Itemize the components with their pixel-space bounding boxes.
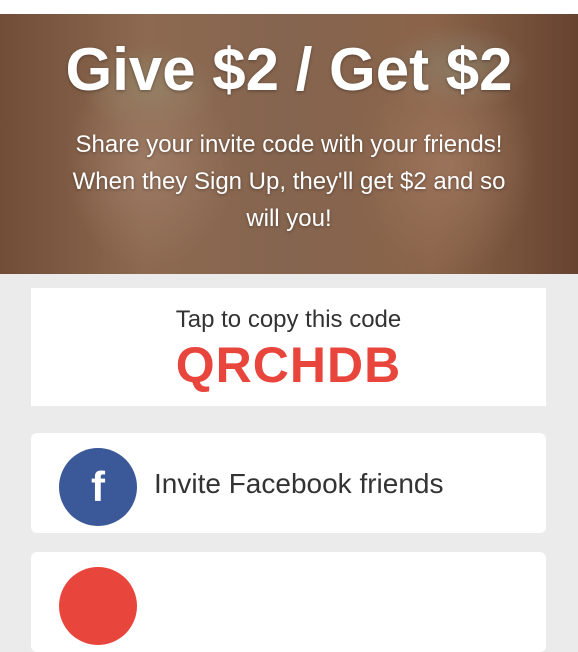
copy-code-label: Tap to copy this code bbox=[175, 306, 402, 333]
hero-banner: Give $2 / Get $2 Share your invite code … bbox=[0, 14, 578, 274]
invite-code-card[interactable]: Tap to copy this code QRCHDB bbox=[31, 288, 546, 406]
facebook-icon: f bbox=[59, 448, 137, 526]
partially-visible-icon bbox=[59, 567, 137, 645]
invite-facebook-label: Invite Facebook friends bbox=[154, 468, 444, 499]
invite-facebook-button[interactable]: f Invite Facebook friends bbox=[31, 433, 546, 533]
invite-option-partial[interactable] bbox=[31, 552, 546, 652]
top-strip bbox=[0, 0, 578, 14]
invite-code[interactable]: QRCHDB bbox=[31, 336, 546, 394]
hero-text: Give $2 / Get $2 Share your invite code … bbox=[0, 14, 578, 274]
hero-subtitle: Share your invite code with your friends… bbox=[72, 131, 506, 232]
hero-title: Give $2 / Get $2 bbox=[65, 36, 513, 103]
